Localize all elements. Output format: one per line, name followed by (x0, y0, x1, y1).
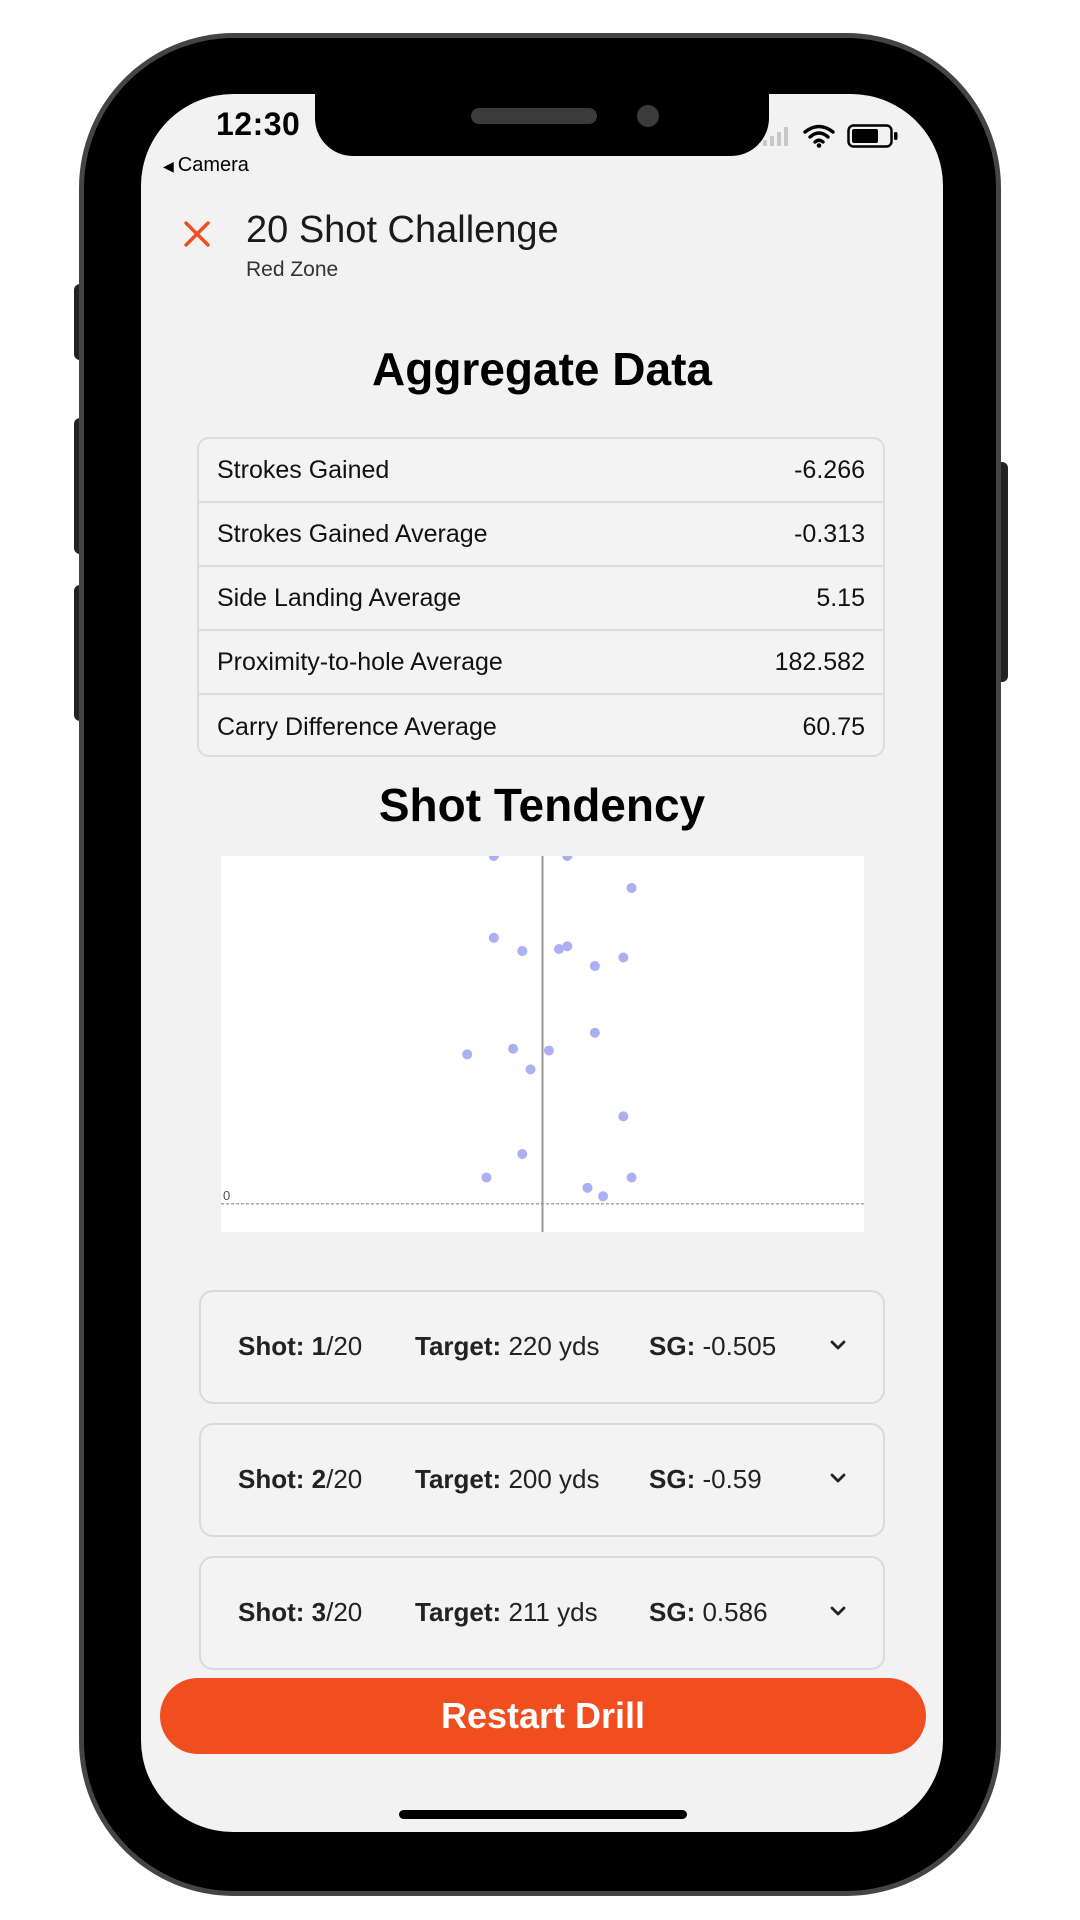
shot-points (462, 856, 637, 1202)
notch (315, 94, 769, 156)
chevron-down-icon[interactable] (827, 1334, 849, 1356)
shot-label: Shot: (238, 1331, 305, 1361)
shot-point (589, 1027, 600, 1038)
shot-label: Shot: (238, 1597, 305, 1627)
sg-label: SG: (649, 1331, 696, 1361)
shot-index: 3 (311, 1597, 327, 1627)
shot-tendency-chart: 0 (221, 856, 864, 1232)
shot-number: Shot: 2/20 (238, 1464, 362, 1495)
status-icons (763, 124, 899, 148)
back-to-app-link[interactable]: ◀ Camera (163, 154, 249, 177)
sg-value: -0.505 (702, 1331, 777, 1361)
shot-total: /20 (326, 1331, 363, 1361)
sg-value: -0.59 (702, 1464, 762, 1494)
shot-tendency-plot: 0 (221, 856, 864, 1232)
aggregate-row-label: Carry Difference Average (217, 712, 497, 741)
front-camera (637, 105, 659, 127)
shot-sg: SG: -0.505 (649, 1331, 776, 1362)
shot-point (462, 1049, 473, 1060)
aggregate-row-label: Proximity-to-hole Average (217, 647, 503, 676)
shot-point (562, 856, 573, 861)
y-tick-label: 0 (223, 1188, 230, 1203)
back-triangle-icon: ◀ (163, 158, 174, 174)
shot-card[interactable]: Shot: 2/20 Target: 200 yds SG: -0.59 (199, 1423, 885, 1537)
shot-number: Shot: 1/20 (238, 1331, 362, 1362)
shot-point (626, 882, 637, 893)
chevron-down-icon[interactable] (827, 1600, 849, 1622)
aggregate-title: Aggregate Data (372, 343, 712, 395)
shot-total: /20 (326, 1597, 363, 1627)
shot-point (589, 960, 600, 971)
sg-value: 0.586 (702, 1597, 768, 1627)
close-icon (184, 221, 210, 247)
target-value: 220 yds (508, 1331, 600, 1361)
aggregate-row-value: 60.75 (802, 712, 865, 741)
shot-card[interactable]: Shot: 3/20 Target: 211 yds SG: 0.586 (199, 1556, 885, 1670)
aggregate-row-value: -6.266 (794, 455, 865, 484)
battery-icon (847, 124, 898, 148)
cellular-signal-icon (763, 127, 788, 146)
target-value: 211 yds (508, 1597, 598, 1627)
sg-label: SG: (649, 1464, 696, 1494)
target-label: Target: (415, 1464, 502, 1494)
aggregate-row-value: 5.15 (816, 583, 865, 612)
shot-point (517, 945, 528, 956)
shot-label: Shot: (238, 1464, 305, 1494)
shot-number: Shot: 3/20 (238, 1597, 362, 1628)
shot-point (481, 1172, 492, 1183)
speaker-grille (471, 108, 597, 124)
aggregate-row: Strokes Gained -6.266 (199, 439, 883, 503)
shot-sg: SG: 0.586 (649, 1597, 768, 1628)
shot-point (562, 941, 573, 952)
aggregate-row: Side Landing Average 5.15 (199, 567, 883, 631)
shot-point (488, 932, 499, 943)
aggregate-row-value: -0.313 (794, 519, 865, 548)
chevron-down-icon[interactable] (827, 1467, 849, 1489)
page-subtitle: Red Zone (246, 258, 339, 281)
sg-label: SG: (649, 1597, 696, 1627)
shot-point (488, 856, 499, 861)
power-button (994, 462, 1008, 682)
shot-point (517, 1148, 528, 1159)
shot-point (598, 1191, 609, 1202)
page-title: 20 Shot Challenge (246, 209, 559, 251)
app-screen: 12:30 ◀ Camera 20 Shot Challenge Red Zone… (141, 94, 943, 1832)
wifi-icon (803, 124, 835, 148)
shot-total: /20 (326, 1464, 363, 1494)
shot-target: Target: 220 yds (415, 1331, 600, 1362)
shot-point (508, 1043, 519, 1054)
target-value: 200 yds (508, 1464, 600, 1494)
close-button[interactable] (179, 216, 215, 252)
aggregate-row: Strokes Gained Average -0.313 (199, 503, 883, 567)
shot-point (618, 952, 629, 963)
aggregate-row-value: 182.582 (774, 647, 865, 676)
shot-tendency-title: Shot Tendency (378, 779, 706, 831)
shot-point (582, 1182, 593, 1193)
aggregate-row-label: Side Landing Average (217, 583, 462, 612)
shot-target: Target: 211 yds (415, 1597, 598, 1628)
shot-point (525, 1064, 536, 1075)
shot-sg: SG: -0.59 (649, 1464, 762, 1495)
back-app-label: Camera (177, 154, 249, 176)
shot-point (618, 1111, 629, 1122)
shot-index: 2 (311, 1464, 327, 1494)
shot-index: 1 (311, 1331, 327, 1361)
home-indicator[interactable] (399, 1810, 687, 1819)
target-label: Target: (415, 1331, 502, 1361)
aggregate-table: Strokes Gained -6.266 Strokes Gained Ave… (197, 437, 885, 757)
status-time: 12:30 (216, 106, 301, 142)
aggregate-row: Carry Difference Average 60.75 (199, 695, 883, 755)
aggregate-row-label: Strokes Gained Average (217, 519, 488, 548)
aggregate-row-label: Strokes Gained (217, 455, 390, 484)
shot-point (626, 1172, 637, 1183)
shot-target: Target: 200 yds (415, 1464, 600, 1495)
aggregate-row: Proximity-to-hole Average 182.582 (199, 631, 883, 695)
shot-card[interactable]: Shot: 1/20 Target: 220 yds SG: -0.505 (199, 1290, 885, 1404)
target-label: Target: (415, 1597, 502, 1627)
shot-point (543, 1045, 554, 1056)
restart-drill-button[interactable]: Restart Drill (160, 1678, 926, 1754)
